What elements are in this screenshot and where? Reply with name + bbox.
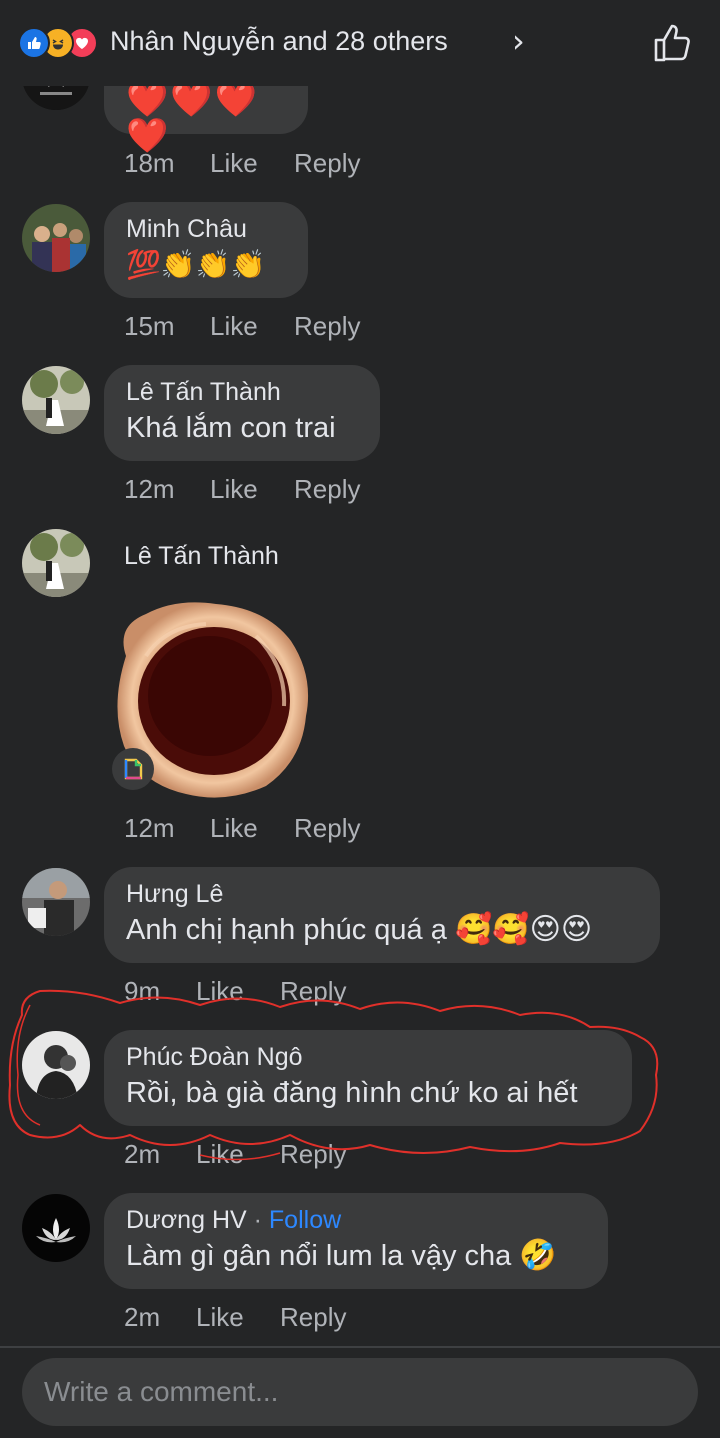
comment-bubble[interactable]: Hưng Lê Anh chị hạnh phúc quá ạ 🥰🥰😍😍 bbox=[104, 867, 660, 963]
reply-link[interactable]: Reply bbox=[294, 148, 360, 179]
commenter-name[interactable]: Phúc Đoàn Ngô bbox=[126, 1042, 610, 1072]
reply-link[interactable]: Reply bbox=[294, 474, 360, 505]
commenter-row: Dương HV · Follow bbox=[126, 1205, 586, 1235]
commenter-name[interactable]: Lê Tấn Thành bbox=[126, 377, 358, 407]
like-link[interactable]: Like bbox=[196, 1139, 280, 1170]
thumbs-up-icon[interactable] bbox=[652, 22, 692, 64]
like-link[interactable]: Like bbox=[196, 1302, 280, 1333]
reply-link[interactable]: Reply bbox=[280, 1302, 346, 1333]
emoji-suffix: 🤣 bbox=[519, 1239, 557, 1272]
commenter-name[interactable]: Hưng Lê bbox=[126, 879, 638, 909]
reactions-header: Nhân Nguyễn and 28 others › bbox=[0, 0, 720, 86]
avatar[interactable] bbox=[22, 204, 90, 272]
comment-time: 12m bbox=[124, 813, 175, 843]
comment-text: Làm gì gân nổi lum la vậy cha bbox=[126, 1240, 512, 1272]
comment-text-row: Anh chị hạnh phúc quá ạ 🥰🥰😍😍 bbox=[126, 911, 638, 949]
comment-text: 💯👏👏👏 bbox=[126, 249, 266, 280]
comment-bubble[interactable]: Dương HV · Follow Làm gì gân nổi lum la … bbox=[104, 1193, 608, 1289]
comment-time: 18m bbox=[124, 148, 175, 178]
comment-actions: 9m Like Reply bbox=[124, 976, 346, 1007]
like-reaction-icon bbox=[18, 27, 50, 59]
like-link[interactable]: Like bbox=[196, 976, 280, 1007]
reactions-title[interactable]: Nhân Nguyễn and 28 others bbox=[110, 26, 448, 57]
comment-time: 12m bbox=[124, 474, 175, 504]
comment-bubble[interactable]: Minh Châu 💯👏👏👏 bbox=[104, 202, 308, 298]
like-link[interactable]: Like bbox=[210, 813, 294, 844]
commenter-name[interactable]: Minh Châu bbox=[126, 214, 286, 244]
name-separator: · bbox=[253, 1206, 262, 1234]
commenter-name[interactable]: Lê Tấn Thành bbox=[124, 541, 279, 571]
avatar[interactable] bbox=[22, 1194, 90, 1262]
comment-actions: 18m Like Reply bbox=[124, 148, 360, 179]
chevron-right-icon[interactable]: › bbox=[512, 22, 525, 60]
avatar[interactable] bbox=[22, 1031, 90, 1099]
emoji-suffix: 🥰🥰😍😍 bbox=[454, 913, 593, 946]
comment-text: Rồi, bà già đăng hình chứ ko ai hết bbox=[126, 1077, 578, 1109]
commenter-name[interactable]: Dương HV bbox=[126, 1206, 247, 1234]
comment-text-row: Làm gì gân nổi lum la vậy cha 🤣 bbox=[126, 1237, 586, 1275]
comment-actions: 2m Like Reply bbox=[124, 1139, 346, 1170]
like-link[interactable]: Like bbox=[210, 474, 294, 505]
comment-actions: 2m Like Reply bbox=[124, 1302, 346, 1333]
comment-text: Anh chị hạnh phúc quá ạ bbox=[126, 914, 447, 946]
composer-divider bbox=[0, 1346, 720, 1348]
like-link[interactable]: Like bbox=[210, 311, 294, 342]
comment-actions: 12m Like Reply bbox=[124, 474, 360, 505]
comment-time: 2m bbox=[124, 1139, 161, 1169]
comment-bubble[interactable]: Lê Tấn Thành Khá lắm con trai bbox=[104, 365, 380, 461]
comment-time: 9m bbox=[124, 976, 161, 1006]
comment-text: Khá lắm con trai bbox=[126, 412, 336, 444]
comment-bubble[interactable]: Phúc Đoàn Ngô Rồi, bà già đăng hình chứ … bbox=[104, 1030, 632, 1126]
reply-link[interactable]: Reply bbox=[294, 311, 360, 342]
comment-actions: 12m Like Reply bbox=[124, 813, 360, 844]
reaction-summary[interactable] bbox=[18, 27, 108, 59]
follow-button[interactable]: Follow bbox=[269, 1206, 341, 1234]
comment-time: 15m bbox=[124, 311, 175, 341]
comment-text: ❤️❤️❤️❤️ bbox=[126, 81, 260, 155]
comment-time: 2m bbox=[124, 1302, 161, 1332]
sticker-badge-icon bbox=[112, 748, 154, 790]
comment-input[interactable] bbox=[22, 1358, 698, 1426]
avatar[interactable] bbox=[22, 529, 90, 597]
avatar[interactable] bbox=[22, 366, 90, 434]
comment-actions: 15m Like Reply bbox=[124, 311, 360, 342]
comment-composer[interactable] bbox=[22, 1358, 698, 1426]
avatar[interactable] bbox=[22, 868, 90, 936]
reply-link[interactable]: Reply bbox=[280, 1139, 346, 1170]
reply-link[interactable]: Reply bbox=[294, 813, 360, 844]
reply-link[interactable]: Reply bbox=[280, 976, 346, 1007]
like-link[interactable]: Like bbox=[210, 148, 294, 179]
